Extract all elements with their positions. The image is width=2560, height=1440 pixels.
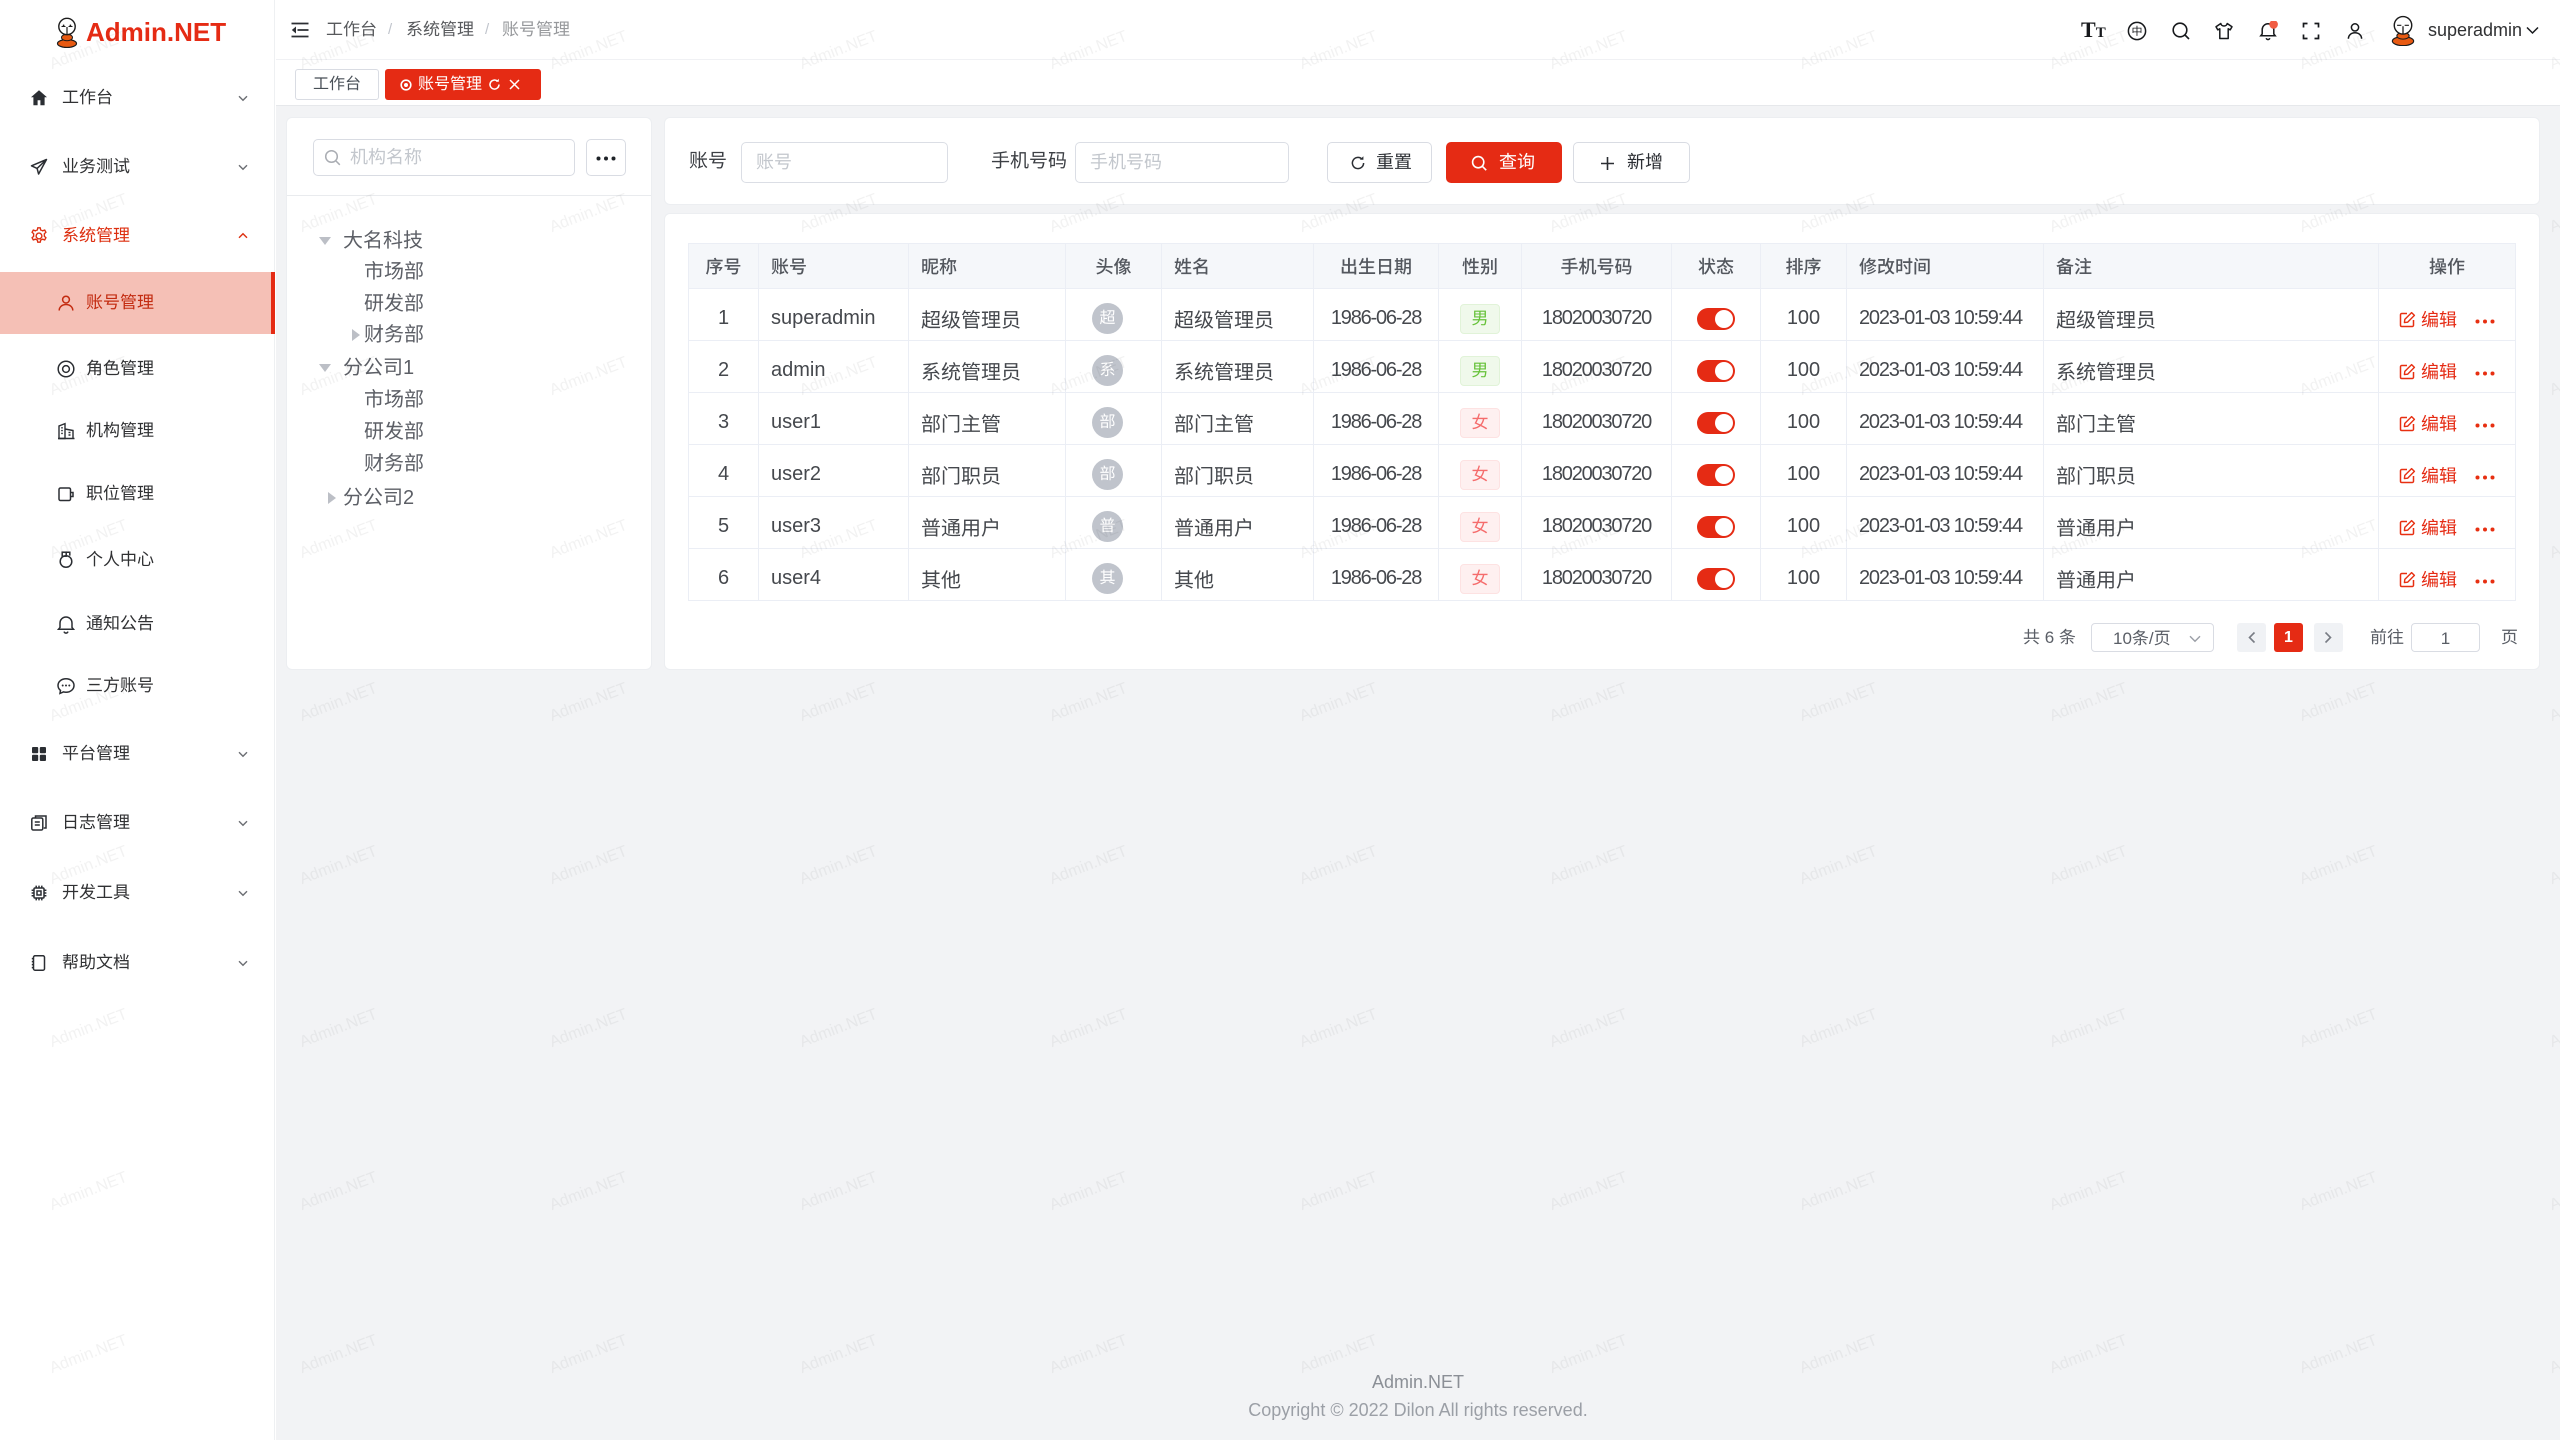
svg-text:中: 中	[2132, 23, 2143, 39]
